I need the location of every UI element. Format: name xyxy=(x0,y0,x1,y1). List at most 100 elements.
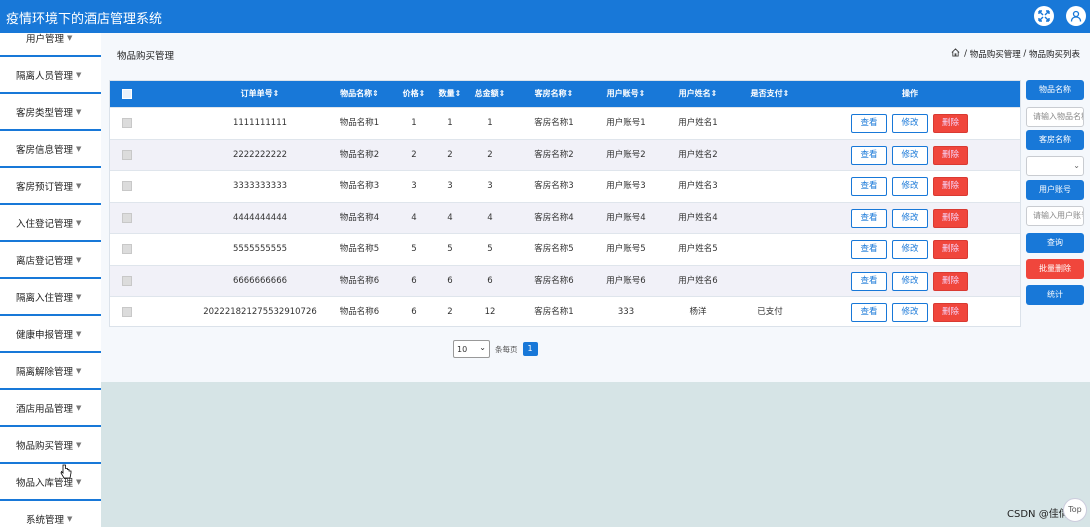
cell-account: 用户账号1 xyxy=(606,118,646,128)
column-header-total[interactable]: 总金额⇕ xyxy=(468,81,512,107)
cell-order: 3333333333 xyxy=(232,181,288,191)
sidebar-item-quarantine-checkin[interactable]: 隔离入住管理 ▼ xyxy=(0,280,101,316)
cell-name: 用户姓名6 xyxy=(678,275,718,286)
column-header-paid[interactable]: 是否支付⇕ xyxy=(742,81,798,107)
sidebar-item-room-types[interactable]: 客房类型管理 ▼ xyxy=(0,95,101,131)
column-header-room[interactable]: 客房名称⇕ xyxy=(526,81,582,107)
row-checkbox[interactable] xyxy=(122,212,132,223)
per-page-label: 条每页 xyxy=(495,344,518,354)
account-input[interactable]: 请输入用户账号 xyxy=(1026,206,1084,226)
sidebar-item-quarantine-people[interactable]: 隔离人员管理 ▼ xyxy=(0,58,101,94)
edit-button[interactable]: 修改 xyxy=(892,145,928,165)
cell-account: 用户账号5 xyxy=(606,244,646,254)
cell-name: 用户姓名1 xyxy=(678,118,718,128)
cell-total: 12 xyxy=(484,307,496,317)
item-name-label: 物品名称 xyxy=(1026,80,1084,100)
sidebar-item-quarantine-release[interactable]: 隔离解除管理 ▼ xyxy=(0,354,101,390)
sidebar-item-item-stock-in[interactable]: 物品入库管理 ▼ xyxy=(0,465,101,501)
item-name-input[interactable]: 请输入物品名称 xyxy=(1026,107,1084,127)
row-checkbox[interactable] xyxy=(122,275,132,286)
page-size-select[interactable]: 10 ⌄ xyxy=(453,340,490,358)
edit-button[interactable]: 修改 xyxy=(892,177,928,196)
view-button[interactable]: 查看 xyxy=(851,145,887,165)
sidebar-item-hotel-supplies[interactable]: 酒店用品管理 ▼ xyxy=(0,391,101,427)
edit-button[interactable]: 修改 xyxy=(892,240,928,259)
view-button[interactable]: 查看 xyxy=(851,303,887,322)
cell-account: 用户账号3 xyxy=(606,181,646,191)
sidebar-item-users[interactable]: 用户管理 ▼ xyxy=(0,33,101,57)
cell-paid xyxy=(742,140,798,171)
view-button[interactable]: 查看 xyxy=(851,114,887,133)
cell-account: 用户账号4 xyxy=(606,212,646,223)
view-button[interactable]: 查看 xyxy=(851,271,887,291)
row-checkbox[interactable] xyxy=(122,149,132,160)
view-button[interactable]: 查看 xyxy=(851,177,887,196)
delete-button[interactable]: 删除 xyxy=(933,177,968,196)
sidebar-item-checkin[interactable]: 入住登记管理 ▼ xyxy=(0,206,101,242)
delete-button[interactable]: 删除 xyxy=(933,271,968,291)
cell-order: 4444444444 xyxy=(232,212,288,223)
column-header-price[interactable]: 价格⇕ xyxy=(398,81,430,107)
delete-button[interactable]: 删除 xyxy=(933,208,968,228)
breadcrumb-item-purchase-list: 物品购买列表 xyxy=(1028,50,1080,60)
row-checkbox[interactable] xyxy=(122,118,132,128)
batch-delete-button[interactable]: 批量删除 xyxy=(1026,259,1084,279)
page-number-button[interactable]: 1 xyxy=(522,342,538,356)
stats-button[interactable]: 统计 xyxy=(1026,285,1084,305)
table-header: 订单单号⇕ 物品名称⇕ 价格⇕ 数量⇕ 总金额⇕ 客房名称⇕ 用户账号⇕ 用户姓… xyxy=(110,81,1020,107)
cell-room: 客房名称3 xyxy=(534,181,574,191)
edit-button[interactable]: 修改 xyxy=(892,271,928,291)
cell-name: 用户姓名3 xyxy=(678,181,718,191)
sidebar-item-checkout[interactable]: 离店登记管理 ▼ xyxy=(0,243,101,279)
delete-button[interactable]: 删除 xyxy=(933,114,968,133)
cell-paid xyxy=(742,266,798,297)
room-name-select[interactable]: ⌄ xyxy=(1026,156,1084,176)
breadcrumb-item-item-purchase[interactable]: 物品购买管理 xyxy=(970,48,1021,60)
cell-item: 物品名称2 xyxy=(339,149,380,160)
cell-order: 6666666666 xyxy=(232,275,288,286)
view-button[interactable]: 查看 xyxy=(851,240,887,259)
edit-button[interactable]: 修改 xyxy=(892,114,928,133)
cell-order: 2222222222 xyxy=(232,149,288,160)
delete-button[interactable]: 删除 xyxy=(933,303,968,322)
cell-room: 客房名称6 xyxy=(534,275,574,286)
caret-down-icon: ▼ xyxy=(76,182,82,190)
column-header-item[interactable]: 物品名称⇕ xyxy=(332,81,387,107)
cell-account: 用户账号2 xyxy=(606,149,646,160)
caret-down-icon: ▼ xyxy=(76,145,82,153)
column-header-order[interactable]: 订单单号⇕ xyxy=(210,81,310,107)
cell-name: 用户姓名2 xyxy=(678,149,718,160)
column-header-name[interactable]: 用户姓名⇕ xyxy=(670,81,726,107)
sidebar-item-health-report[interactable]: 健康申报管理 ▼ xyxy=(0,317,101,353)
sort-icon: ⇕ xyxy=(272,89,280,98)
column-header-qty[interactable]: 数量⇕ xyxy=(434,81,466,107)
caret-down-icon: ▼ xyxy=(76,441,82,449)
edit-button[interactable]: 修改 xyxy=(892,303,928,322)
sort-icon: ⇕ xyxy=(372,89,379,98)
cell-order: 1111111111 xyxy=(232,118,288,128)
app-title: 疫情环境下的酒店管理系统 xyxy=(6,12,163,27)
view-button[interactable]: 查看 xyxy=(851,208,887,228)
fullscreen-icon[interactable] xyxy=(1034,6,1054,26)
back-to-top-button[interactable]: Top xyxy=(1063,498,1087,522)
user-avatar-icon[interactable] xyxy=(1066,6,1086,26)
breadcrumb-separator: / xyxy=(1023,49,1027,59)
row-checkbox[interactable] xyxy=(122,244,132,254)
sidebar: 用户管理 ▼ 隔离人员管理 ▼ 客房类型管理 ▼ 客房信息管理 ▼ 客房预订管理 ▼ 入住… xyxy=(0,33,101,527)
edit-button[interactable]: 修改 xyxy=(892,208,928,228)
sidebar-item-room-booking[interactable]: 客房预订管理 ▼ xyxy=(0,169,101,205)
column-header-account[interactable]: 用户账号⇕ xyxy=(598,81,654,107)
row-checkbox[interactable] xyxy=(122,181,132,191)
select-all-checkbox[interactable] xyxy=(122,89,132,99)
hand-cursor-icon xyxy=(60,464,72,483)
delete-button[interactable]: 删除 xyxy=(933,145,968,165)
delete-button[interactable]: 删除 xyxy=(933,240,968,259)
query-button[interactable]: 查询 xyxy=(1026,233,1084,253)
sidebar-item-room-info[interactable]: 客房信息管理 ▼ xyxy=(0,132,101,168)
sidebar-item-system[interactable]: 系统管理 ▼ xyxy=(0,502,101,527)
sidebar-item-item-purchase[interactable]: 物品购买管理 ▼ xyxy=(0,428,101,464)
home-icon[interactable] xyxy=(951,48,960,60)
cell-qty: 1 xyxy=(447,118,453,128)
row-checkbox[interactable] xyxy=(122,307,132,317)
caret-down-icon: ▼ xyxy=(67,515,73,523)
